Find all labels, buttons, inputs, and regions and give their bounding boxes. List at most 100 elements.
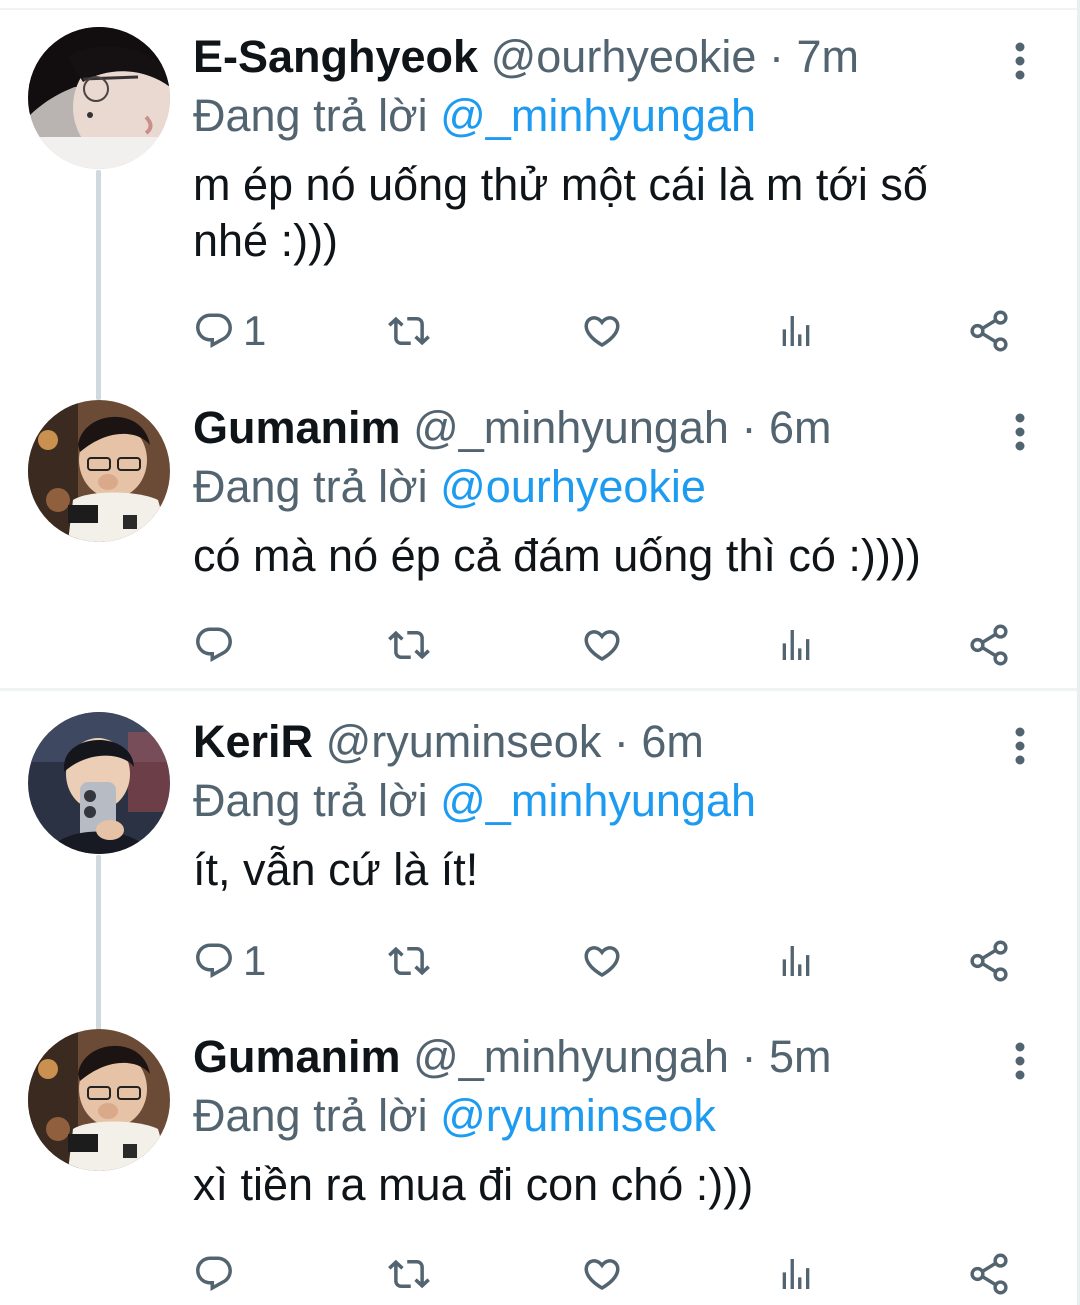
share-button[interactable] <box>966 620 1012 670</box>
replying-to-label: Đang trả lời <box>193 461 428 512</box>
timestamp[interactable]: 5m <box>769 1031 832 1082</box>
views-icon <box>782 946 810 976</box>
retweet-icon <box>388 630 430 660</box>
user-handle[interactable]: @ourhyeokie <box>491 31 757 82</box>
thread-line <box>96 170 101 400</box>
like-icon <box>584 316 620 348</box>
profile-photo-icon <box>28 712 170 854</box>
tweet[interactable]: KeriR @ryuminseok · 6m Đang trả lời @_mi… <box>0 712 1080 1035</box>
like-button[interactable] <box>580 1249 624 1299</box>
tweet-text: xì tiền ra mua đi con chó :))) <box>193 1159 754 1210</box>
more-options-button[interactable] <box>1002 408 1038 456</box>
display-name[interactable]: Gumanim <box>193 402 401 453</box>
like-button[interactable] <box>580 620 624 670</box>
reply-icon <box>196 313 232 348</box>
replying-to: Đang trả lời @ourhyeokie <box>193 457 706 517</box>
tweet-header: Gumanim @_minhyungah · 5m <box>193 1027 832 1087</box>
views-button[interactable] <box>776 306 816 356</box>
profile-photo-icon <box>28 400 170 542</box>
retweet-icon <box>388 1259 430 1289</box>
reply-count: 1 <box>243 937 267 984</box>
share-icon <box>970 940 1008 982</box>
top-divider <box>0 8 1080 10</box>
reply-icon <box>196 943 232 978</box>
replying-to-label: Đang trả lời <box>193 90 428 141</box>
retweet-button[interactable] <box>386 936 432 986</box>
retweet-icon <box>388 316 430 346</box>
reply-button[interactable] <box>193 1249 243 1299</box>
like-icon <box>584 630 620 662</box>
retweet-button[interactable] <box>386 306 432 356</box>
more-vertical-icon <box>1015 1042 1025 1080</box>
tweet[interactable]: Gumanim @_minhyungah · 5m Đang trả lời @… <box>0 1027 1080 1305</box>
views-icon <box>782 630 810 660</box>
separator: · <box>613 716 629 767</box>
like-button[interactable] <box>580 936 624 986</box>
share-icon <box>970 1253 1008 1295</box>
tweet-header: KeriR @ryuminseok · 6m <box>193 712 704 772</box>
views-icon <box>782 1259 810 1289</box>
user-handle[interactable]: @_minhyungah <box>413 402 729 453</box>
reply-icon <box>196 1256 232 1291</box>
avatar[interactable] <box>28 400 170 542</box>
replying-to-handle[interactable]: @ryuminseok <box>440 1090 716 1141</box>
more-options-button[interactable] <box>1002 1037 1038 1085</box>
timestamp[interactable]: 6m <box>641 716 704 767</box>
share-button[interactable] <box>966 936 1012 986</box>
tweet-header: Gumanim @_minhyungah · 6m <box>193 398 832 458</box>
tweet[interactable]: E-Sanghyeok @ourhyeokie · 7m Đang trả lờ… <box>0 27 1080 400</box>
like-button[interactable] <box>580 306 624 356</box>
like-icon <box>584 1259 620 1291</box>
avatar[interactable] <box>28 27 170 169</box>
retweet-icon <box>388 946 430 976</box>
tweet[interactable]: Gumanim @_minhyungah · 6m Đang trả lời @… <box>0 398 1080 688</box>
separator: · <box>741 402 757 453</box>
views-icon <box>782 316 810 346</box>
avatar[interactable] <box>28 712 170 854</box>
replying-to-label: Đang trả lời <box>193 1090 428 1141</box>
share-button[interactable] <box>966 1249 1012 1299</box>
views-button[interactable] <box>776 1249 816 1299</box>
more-vertical-icon <box>1015 413 1025 451</box>
profile-photo-icon <box>28 27 170 169</box>
reply-button[interactable]: 1 <box>193 936 266 986</box>
timestamp[interactable]: 6m <box>769 402 832 453</box>
separator: · <box>768 31 784 82</box>
reply-button[interactable]: 1 <box>193 306 266 356</box>
display-name[interactable]: Gumanim <box>193 1031 401 1082</box>
replying-to-handle[interactable]: @_minhyungah <box>440 775 756 826</box>
views-button[interactable] <box>776 936 816 986</box>
tweet-text: có mà nó ép cả đám uống thì có :)))) <box>193 530 921 581</box>
share-button[interactable] <box>966 306 1012 356</box>
replying-to-label: Đang trả lời <box>193 775 428 826</box>
display-name[interactable]: E-Sanghyeok <box>193 31 478 82</box>
more-options-button[interactable] <box>1002 37 1038 85</box>
share-icon <box>970 310 1008 352</box>
user-handle[interactable]: @ryuminseok <box>326 716 602 767</box>
separator: · <box>741 1031 757 1082</box>
thread-line <box>96 855 101 1035</box>
replying-to-handle[interactable]: @ourhyeokie <box>440 461 706 512</box>
tweet-text: m ép nó uống thử một cái là m tới số nhé… <box>193 159 928 266</box>
reply-button[interactable] <box>193 620 243 670</box>
timestamp[interactable]: 7m <box>796 31 859 82</box>
replying-to: Đang trả lời @_minhyungah <box>193 771 756 831</box>
tweet-header: E-Sanghyeok @ourhyeokie · 7m <box>193 27 859 87</box>
more-options-button[interactable] <box>1002 722 1038 770</box>
views-button[interactable] <box>776 620 816 670</box>
replying-to: Đang trả lời @ryuminseok <box>193 1086 716 1146</box>
more-vertical-icon <box>1015 42 1025 80</box>
profile-photo-icon <box>28 1029 170 1171</box>
replying-to: Đang trả lời @_minhyungah <box>193 86 756 146</box>
reply-count: 1 <box>243 307 267 354</box>
retweet-button[interactable] <box>386 1249 432 1299</box>
retweet-button[interactable] <box>386 620 432 670</box>
more-vertical-icon <box>1015 727 1025 765</box>
user-handle[interactable]: @_minhyungah <box>413 1031 729 1082</box>
display-name[interactable]: KeriR <box>193 716 313 767</box>
tweet-divider <box>0 688 1080 691</box>
share-icon <box>970 624 1008 666</box>
avatar[interactable] <box>28 1029 170 1171</box>
reply-icon <box>196 627 232 662</box>
replying-to-handle[interactable]: @_minhyungah <box>440 90 756 141</box>
